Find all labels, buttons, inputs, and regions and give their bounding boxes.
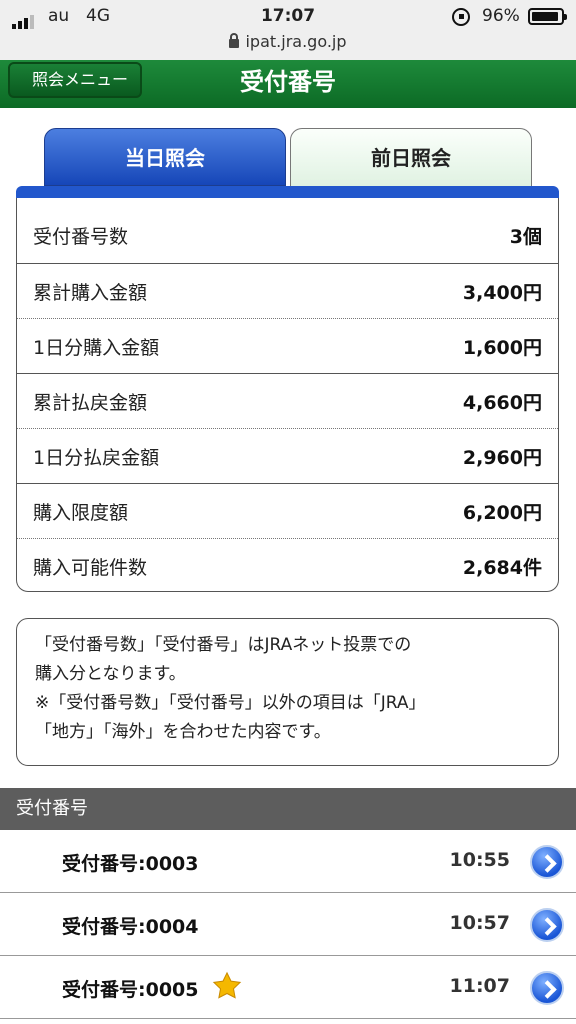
summary-label: 受付番号数 [33, 226, 129, 248]
summary-label: 累計購入金額 [33, 281, 148, 304]
rotation-lock-icon [452, 8, 470, 26]
url-text: ipat.jra.go.jp [245, 32, 347, 51]
star-icon [212, 971, 242, 999]
summary-value: 1,600円 [462, 336, 542, 359]
summary-row: 累計購入金額 3,400円 [17, 263, 558, 318]
summary-value: 2,684件 [462, 556, 542, 579]
receipt-number: 受付番号:0005 [62, 979, 199, 1001]
summary-value: 6,200円 [462, 501, 542, 524]
battery-icon [528, 8, 567, 25]
summary-row: 累計払戻金額 4,660円 [17, 373, 558, 428]
battery-percent: 96% [482, 6, 520, 26]
list-item[interactable]: 受付番号:0005 11:07 [0, 957, 576, 1019]
summary-label: 1日分購入金額 [33, 336, 160, 359]
receipt-number: 受付番号:0004 [62, 916, 199, 938]
summary-value: 4,660円 [462, 391, 542, 414]
tab-today[interactable]: 当日照会 [44, 128, 286, 186]
list-header: 受付番号 [0, 788, 576, 830]
summary-value: 3個 [509, 226, 542, 248]
summary-row: 購入可能件数 2,684件 [17, 538, 558, 591]
notice-box: 「受付番号数」「受付番号」はJRAネット投票での 購入分となります。 ※「受付番… [16, 618, 559, 766]
summary-value: 2,960円 [462, 446, 542, 469]
notice-line: 「地方」「海外」を合わせた内容です。 [35, 722, 331, 742]
receipt-time: 11:07 [449, 975, 510, 997]
chevron-right-icon[interactable] [530, 971, 564, 1005]
summary-label: 1日分払戻金額 [33, 446, 160, 469]
summary-row: 受付番号数 3個 [17, 208, 558, 263]
address-bar[interactable]: ipat.jra.go.jp [0, 32, 576, 51]
summary-row: 1日分払戻金額 2,960円 [17, 428, 558, 483]
receipt-time: 10:57 [449, 912, 510, 934]
summary-label: 購入限度額 [33, 501, 129, 524]
list-item[interactable]: 受付番号:0003 10:55 [0, 831, 576, 893]
list-item[interactable]: 受付番号:0004 10:57 [0, 894, 576, 956]
notice-line: ※「受付番号数」「受付番号」以外の項目は「JRA」 [35, 693, 426, 713]
summary-value: 3,400円 [462, 281, 542, 304]
chevron-right-icon[interactable] [530, 845, 564, 879]
tab-previous-day[interactable]: 前日照会 [290, 128, 532, 186]
lock-icon [229, 33, 240, 48]
summary-label: 購入可能件数 [33, 556, 148, 579]
chevron-right-icon[interactable] [530, 908, 564, 942]
receipt-number: 受付番号:0003 [62, 853, 199, 875]
page-title: 受付番号 [240, 68, 336, 96]
receipt-time: 10:55 [449, 849, 510, 871]
status-bar: au 4G 17:07 96% ipat.jra.go.jp [0, 0, 576, 60]
summary-row: 1日分購入金額 1,600円 [17, 318, 558, 373]
nav-bar: 照会メニュー 受付番号 [0, 60, 576, 108]
summary-label: 累計払戻金額 [33, 391, 148, 414]
summary-row: 購入限度額 6,200円 [17, 483, 558, 538]
summary-card: 受付番号数 3個 累計購入金額 3,400円 1日分購入金額 1,600円 累計… [16, 198, 559, 592]
notice-line: 購入分となります。 [35, 664, 186, 684]
notice-line: 「受付番号数」「受付番号」はJRAネット投票での [35, 635, 412, 655]
